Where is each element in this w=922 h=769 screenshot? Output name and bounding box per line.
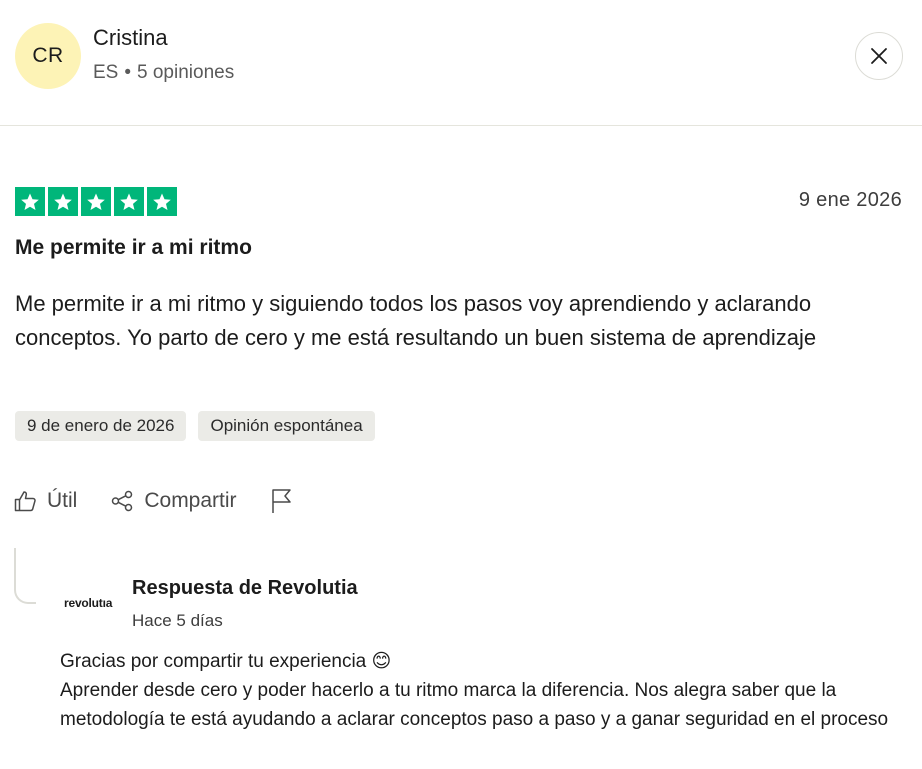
star-rating: [15, 187, 177, 216]
star-3: [81, 187, 111, 216]
close-icon: [871, 48, 887, 64]
share-icon: [112, 490, 133, 512]
revolutia-logo: revolutıa: [64, 596, 113, 610]
useful-label: Útil: [47, 489, 78, 512]
star-icon: [153, 193, 171, 210]
review-body: Me permite ir a mi ritmo y siguiendo tod…: [15, 291, 817, 350]
reviewer-header: CR Cristina ES • 5 opiniones: [0, 0, 922, 126]
star-icon: [87, 193, 105, 210]
reply-body: Gracias por compartir tu experiencia 😊 A…: [60, 647, 900, 734]
reviewer-name[interactable]: Cristina: [93, 25, 168, 51]
star-4: [114, 187, 144, 216]
reviewer-meta: ES • 5 opiniones: [93, 62, 234, 84]
reviewer-review-count: 5 opiniones: [137, 62, 235, 83]
thumbs-up-icon: [14, 491, 36, 512]
star-icon: [54, 193, 72, 210]
reply-line-1: Gracias por compartir tu experiencia 😊: [60, 651, 392, 672]
reply-title: Respuesta de Revolutia: [132, 577, 358, 599]
star-1: [15, 187, 45, 216]
star-5: [147, 187, 177, 216]
report-button[interactable]: [271, 488, 303, 514]
review-title: Me permite ir a mi ritmo: [15, 236, 252, 259]
star-2: [48, 187, 78, 216]
avatar: CR: [15, 23, 81, 89]
reply-connector-line: [14, 548, 36, 604]
spontaneous-review-tag[interactable]: Opinión espontánea: [198, 411, 375, 441]
useful-button[interactable]: Útil: [14, 489, 77, 513]
reply-time: Hace 5 días: [132, 611, 223, 630]
reply-line-2: Aprender desde cero y poder hacerlo a tu…: [60, 680, 889, 730]
close-button[interactable]: [855, 32, 903, 80]
star-icon: [120, 193, 138, 210]
review-tags: 9 de enero de 2026 Opinión espontánea: [15, 411, 375, 441]
meta-separator: •: [124, 62, 132, 83]
reviewer-country: ES: [93, 62, 119, 83]
review-actions: Útil Compartir: [14, 488, 337, 514]
share-label: Compartir: [144, 489, 237, 512]
flag-icon: [271, 489, 291, 513]
star-icon: [21, 193, 39, 210]
experience-date-tag: 9 de enero de 2026: [15, 411, 187, 441]
share-button[interactable]: Compartir: [111, 489, 237, 513]
review-date: 9 ene 2026: [798, 189, 902, 211]
